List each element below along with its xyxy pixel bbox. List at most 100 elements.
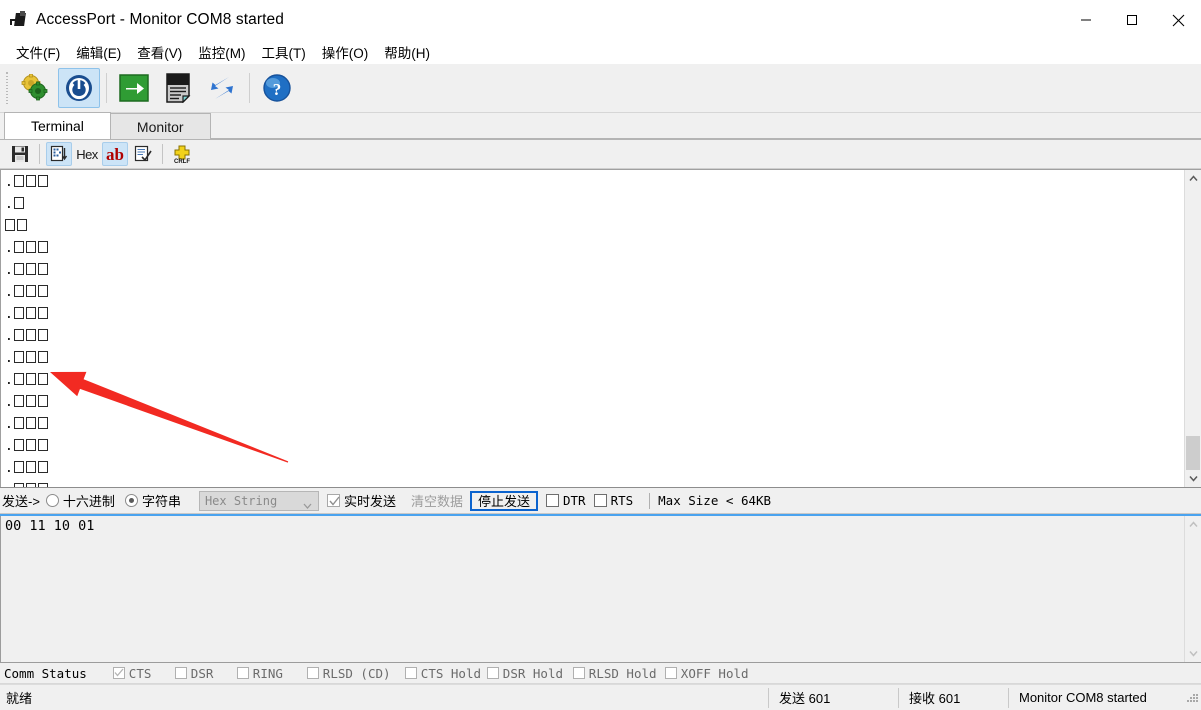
unrenderable-glyph [17, 219, 27, 231]
send-input[interactable]: 00 11 10 01 [0, 516, 1184, 662]
comm-status-dsr: DSR [174, 665, 237, 681]
radio-string[interactable]: 字符串 [124, 491, 181, 510]
settings-gears-icon[interactable] [14, 68, 56, 108]
realtime-send-label: 实时发送 [343, 494, 396, 509]
send-scrollbar[interactable] [1184, 516, 1201, 662]
dtr-checkbox[interactable]: DTR [546, 493, 586, 508]
green-arrow-send-icon[interactable] [113, 68, 155, 108]
menu-help[interactable]: 帮助(H) [376, 40, 438, 65]
unrenderable-glyph [13, 197, 24, 209]
menu-edit[interactable]: 编辑(E) [68, 40, 129, 65]
clear-data-button: 清空数据 [404, 491, 470, 511]
maximize-button[interactable] [1109, 0, 1155, 40]
close-button[interactable] [1155, 0, 1201, 40]
unrenderable-glyph [37, 417, 48, 429]
terminal-line: . [5, 370, 1184, 392]
unrenderable-glyph [25, 263, 36, 275]
realtime-send-checkbox[interactable]: 实时发送 [326, 491, 396, 510]
comm-status-rlsd-hold: RLSD Hold [572, 666, 665, 681]
terminal-line: . [5, 392, 1184, 414]
radio-hex-label: 十六进制 [62, 494, 115, 509]
window-controls [1063, 0, 1201, 40]
checkbox-box [572, 667, 585, 679]
tab-strip-filler [209, 113, 1201, 139]
checkbox-box [174, 667, 187, 679]
sendbar-divider [649, 492, 651, 509]
unrenderable-glyph [37, 351, 48, 363]
menu-tools[interactable]: 工具(T) [254, 40, 314, 65]
power-toggle-icon[interactable] [58, 68, 100, 108]
edit-checklist-icon[interactable] [130, 142, 156, 166]
checkbox-label: DSR Hold [502, 665, 564, 681]
scroll-down-icon[interactable] [1185, 470, 1201, 487]
send-scroll-up-icon[interactable] [1185, 516, 1201, 533]
radio-string-label: 字符串 [141, 494, 181, 509]
dtr-box [546, 494, 559, 507]
unrenderable-glyph [25, 175, 36, 187]
checkbox-label: DSR [190, 665, 214, 681]
comm-status-cts-hold: CTS Hold [404, 666, 487, 681]
crlf-icon[interactable]: CRLF [169, 142, 195, 166]
terminal-line: . [5, 414, 1184, 436]
toolbar-separator-2 [249, 73, 250, 103]
terminal-line: . [5, 480, 1184, 487]
terminal-text[interactable]: .............. [0, 170, 1184, 487]
hex-display-icon[interactable]: Hex [74, 142, 100, 166]
scroll-up-icon[interactable] [1185, 170, 1201, 187]
menu-file[interactable]: 文件(F) [8, 40, 68, 65]
ascii-display-icon[interactable]: ab [102, 142, 128, 166]
refresh-arrows-icon[interactable] [201, 68, 243, 108]
terminal-line: . [5, 458, 1184, 480]
document-icon[interactable] [157, 68, 199, 108]
send-scroll-down-icon[interactable] [1185, 645, 1201, 662]
radio-hex[interactable]: 十六进制 [45, 491, 115, 510]
save-disk-icon[interactable] [7, 142, 33, 166]
menu-operation[interactable]: 操作(O) [314, 40, 377, 65]
menu-monitor[interactable]: 监控(M) [190, 40, 253, 65]
stop-send-button[interactable]: 停止发送 [469, 490, 538, 511]
unrenderable-glyph [25, 351, 36, 363]
checkbox-box [306, 667, 319, 679]
unrenderable-glyph [5, 219, 15, 231]
minimize-button[interactable] [1063, 0, 1109, 40]
autoscroll-icon[interactable] [46, 142, 72, 166]
toolbar-grip[interactable] [4, 71, 10, 105]
sub-separator-1 [39, 144, 40, 164]
unrenderable-glyph [25, 373, 36, 385]
comm-status-dsr-hold: DSR Hold [486, 665, 573, 681]
status-bar: 就绪 发送 601 接收 601 Monitor COM8 started [0, 684, 1201, 710]
unrenderable-glyph [37, 175, 48, 187]
rts-checkbox[interactable]: RTS [593, 493, 633, 508]
unrenderable-glyph [13, 285, 24, 297]
unrenderable-glyph [25, 395, 36, 407]
stop-send-label: 停止发送 [477, 494, 530, 509]
unrenderable-glyph [13, 417, 24, 429]
scroll-track[interactable] [1185, 187, 1201, 470]
unrenderable-glyph [13, 307, 24, 319]
menu-view[interactable]: 查看(V) [129, 40, 190, 65]
unrenderable-glyph [25, 417, 36, 429]
ab-label: ab [106, 144, 124, 164]
unrenderable-glyph [13, 483, 24, 487]
accessport-window: AccessPort - Monitor COM8 started 文件(F) … [0, 0, 1201, 710]
comm-status-ring: RING [236, 666, 307, 681]
help-globe-icon[interactable]: ? [256, 68, 298, 108]
max-size-label: Max Size < 64KB [658, 493, 772, 508]
send-scroll-track[interactable] [1185, 533, 1201, 645]
unrenderable-glyph [13, 175, 24, 187]
terminal-line: . [5, 260, 1184, 282]
checkbox-box [112, 667, 125, 679]
scroll-thumb[interactable] [1186, 436, 1200, 470]
terminal-scrollbar[interactable] [1184, 170, 1201, 487]
resize-grip-icon[interactable] [1185, 688, 1199, 708]
title-bar: AccessPort - Monitor COM8 started [0, 0, 1201, 40]
tab-monitor[interactable]: Monitor [109, 113, 211, 139]
unrenderable-glyph [25, 241, 36, 253]
dtr-label: DTR [563, 493, 586, 508]
unrenderable-glyph [13, 263, 24, 275]
hex-string-dropdown[interactable]: Hex String [198, 490, 319, 511]
toolbar-separator-1 [106, 73, 107, 103]
checkbox-box [664, 667, 677, 679]
tab-terminal[interactable]: Terminal [4, 112, 111, 139]
terminal-line: . [5, 436, 1184, 458]
